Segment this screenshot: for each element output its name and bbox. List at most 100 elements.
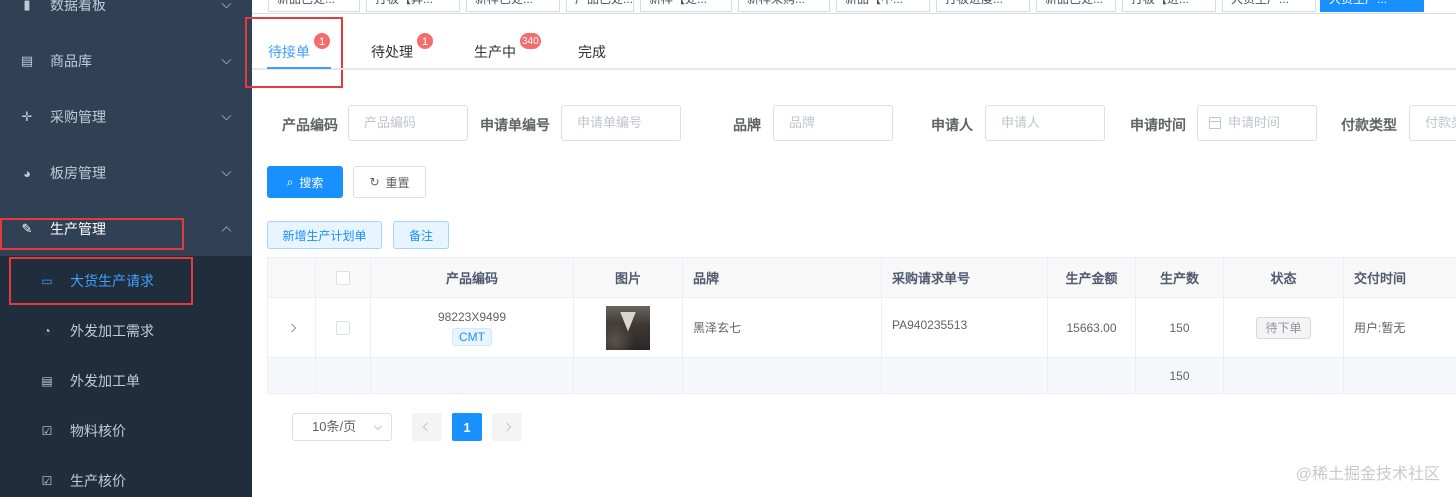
search-button[interactable]: ⌕ 搜索 <box>267 166 343 198</box>
summary-cell <box>683 358 882 393</box>
search-button-label: 搜索 <box>299 175 324 190</box>
chevron-down-icon <box>221 0 232 9</box>
request-no-input[interactable]: 申请单编号 <box>561 105 681 141</box>
column-header[interactable]: 图片 <box>574 258 683 297</box>
tags-view-bar: 新品已处... 打板【异... 新样已处... 产品已处... 新样【处... … <box>252 0 1456 14</box>
move-icon: ✛ <box>21 109 33 124</box>
expand-cell[interactable] <box>267 298 316 357</box>
next-page-button[interactable] <box>492 413 522 441</box>
search-icon: ⌕ <box>286 174 294 189</box>
sidebar-item-label: 外发加工需求 <box>70 323 154 339</box>
remark-button[interactable]: 备注 <box>393 221 449 249</box>
column-header[interactable]: 产品编码 <box>371 258 574 297</box>
summary-cell <box>267 358 316 393</box>
sidebar-item-label: 数据看板 <box>50 0 106 13</box>
brand-cell: 黑泽玄七 <box>683 298 882 357</box>
tab-in-production[interactable]: 生产中 <box>474 42 516 62</box>
sidebar-item-label: 商品库 <box>50 53 92 69</box>
tag-item[interactable]: 新样【处... <box>640 0 732 12</box>
chevron-down-icon <box>221 110 232 121</box>
summary-cell <box>1048 358 1136 393</box>
page-size-value: 10条/页 <box>312 419 357 434</box>
sidebar-item-production-pricing[interactable]: ☑ 生产核价 <box>0 456 252 497</box>
row-checkbox[interactable] <box>336 320 350 335</box>
expand-column-header <box>267 258 316 297</box>
bar-chart-icon: ▮ <box>23 0 31 12</box>
page-size-select[interactable]: 10条/页 <box>292 413 392 441</box>
prev-page-button[interactable] <box>412 413 442 441</box>
select-all-checkbox[interactable] <box>336 270 350 285</box>
request-no-cell: PA940235513 <box>882 298 1048 357</box>
tag-item[interactable]: 新品【中... <box>836 0 930 12</box>
status-tabs: 待接单 1 待处理 1 生产中 340 完成 <box>252 14 1456 70</box>
sidebar-item-outsource-order[interactable]: ▤ 外发加工单 <box>0 356 252 406</box>
chevron-down-icon <box>373 421 383 431</box>
tag-item[interactable]: 新品已处... <box>268 0 360 12</box>
document-icon: ▤ <box>41 374 53 388</box>
column-header[interactable]: 交付时间 <box>1344 258 1456 297</box>
sidebar-item-label: 外发加工单 <box>70 373 140 389</box>
tab-badge: 340 <box>519 32 542 50</box>
chevron-right-icon <box>502 422 512 432</box>
tag-item[interactable]: 大货生产... <box>1222 0 1316 12</box>
checkbox-icon: ☑ <box>41 474 53 488</box>
summary-cell <box>574 358 683 393</box>
product-code-value: 98223X9499 <box>437 309 507 324</box>
apply-time-picker[interactable]: 申请时间 <box>1197 105 1317 141</box>
column-header[interactable]: 采购请求单号 <box>882 258 1048 297</box>
tag-item[interactable]: 新品已处... <box>1036 0 1116 12</box>
column-header[interactable]: 品牌 <box>683 258 882 297</box>
add-production-plan-button[interactable]: 新增生产计划单 <box>267 221 382 249</box>
globe-icon: ◕ <box>23 165 31 181</box>
summary-cell <box>882 358 1048 393</box>
status-badge: 待下单 <box>1256 316 1311 339</box>
tag-item[interactable]: 新样采购... <box>738 0 830 12</box>
payment-type-select[interactable]: 付款类 <box>1409 105 1456 141</box>
table-row[interactable]: 98223X9499 CMT 黑泽玄七 PA940235513 15663.00… <box>267 298 1456 358</box>
reset-button[interactable]: ↻ 重置 <box>353 166 426 198</box>
reset-button-label: 重置 <box>385 175 410 190</box>
sidebar-item-sample-room[interactable]: ◕ 板房管理 <box>0 145 252 201</box>
filter-label-apply-time: 申请时间 <box>1130 117 1186 133</box>
tab-pending-accept[interactable]: 待接单 <box>268 42 310 62</box>
chevron-up-icon <box>221 226 232 237</box>
chevron-down-icon <box>221 54 232 65</box>
tag-item[interactable]: 打板【进... <box>1122 0 1216 12</box>
active-tab-indicator <box>267 67 331 69</box>
column-header[interactable]: 生产数 <box>1136 258 1224 297</box>
tag-item[interactable]: 新样已处... <box>466 0 560 12</box>
sidebar-item-dashboard[interactable]: ▮ 数据看板 <box>0 0 252 33</box>
sidebar-item-outsource-demand[interactable]: ◔ 外发加工需求 <box>0 306 252 356</box>
page-number-button[interactable]: 1 <box>452 413 482 441</box>
tag-item[interactable]: 打板进度... <box>936 0 1030 12</box>
chevron-down-icon <box>221 166 232 177</box>
brand-input[interactable]: 品牌 <box>773 105 893 141</box>
tag-item-active[interactable]: 大货生产... <box>1320 0 1424 12</box>
tag-item[interactable]: 产品已处... <box>566 0 634 12</box>
status-cell: 待下单 <box>1224 298 1344 357</box>
product-code-input[interactable]: 产品编码 <box>348 105 468 141</box>
select-cell <box>316 298 371 357</box>
sidebar-item-purchase[interactable]: ✛ 采购管理 <box>0 89 252 145</box>
applicant-input[interactable]: 申请人 <box>985 105 1105 141</box>
summary-cell <box>1344 358 1456 393</box>
dashboard-icon: ◔ <box>43 324 51 338</box>
tag-item[interactable]: 打板【异... <box>366 0 460 12</box>
product-thumbnail[interactable] <box>606 305 650 350</box>
chevron-right-icon[interactable] <box>287 323 296 332</box>
document-icon: ▤ <box>20 53 34 68</box>
tab-pending-process[interactable]: 待处理 <box>371 42 413 62</box>
column-header[interactable]: 状态 <box>1224 258 1344 297</box>
sidebar-item-material-pricing[interactable]: ☑ 物料核价 <box>0 406 252 456</box>
calendar-icon <box>1209 117 1221 129</box>
filter-label-request-no: 申请单编号 <box>480 117 550 133</box>
tab-badge: 1 <box>313 32 331 50</box>
checkbox-icon: ☑ <box>41 424 53 438</box>
apply-time-placeholder: 申请时间 <box>1228 115 1281 130</box>
sidebar-item-label: 板房管理 <box>50 165 106 181</box>
sidebar-item-product-library[interactable]: ▤ 商品库 <box>0 33 252 89</box>
column-header[interactable]: 生产金额 <box>1048 258 1136 297</box>
refresh-icon: ↻ <box>369 175 380 189</box>
tab-completed[interactable]: 完成 <box>578 42 606 62</box>
filter-label-applicant: 申请人 <box>931 117 973 133</box>
